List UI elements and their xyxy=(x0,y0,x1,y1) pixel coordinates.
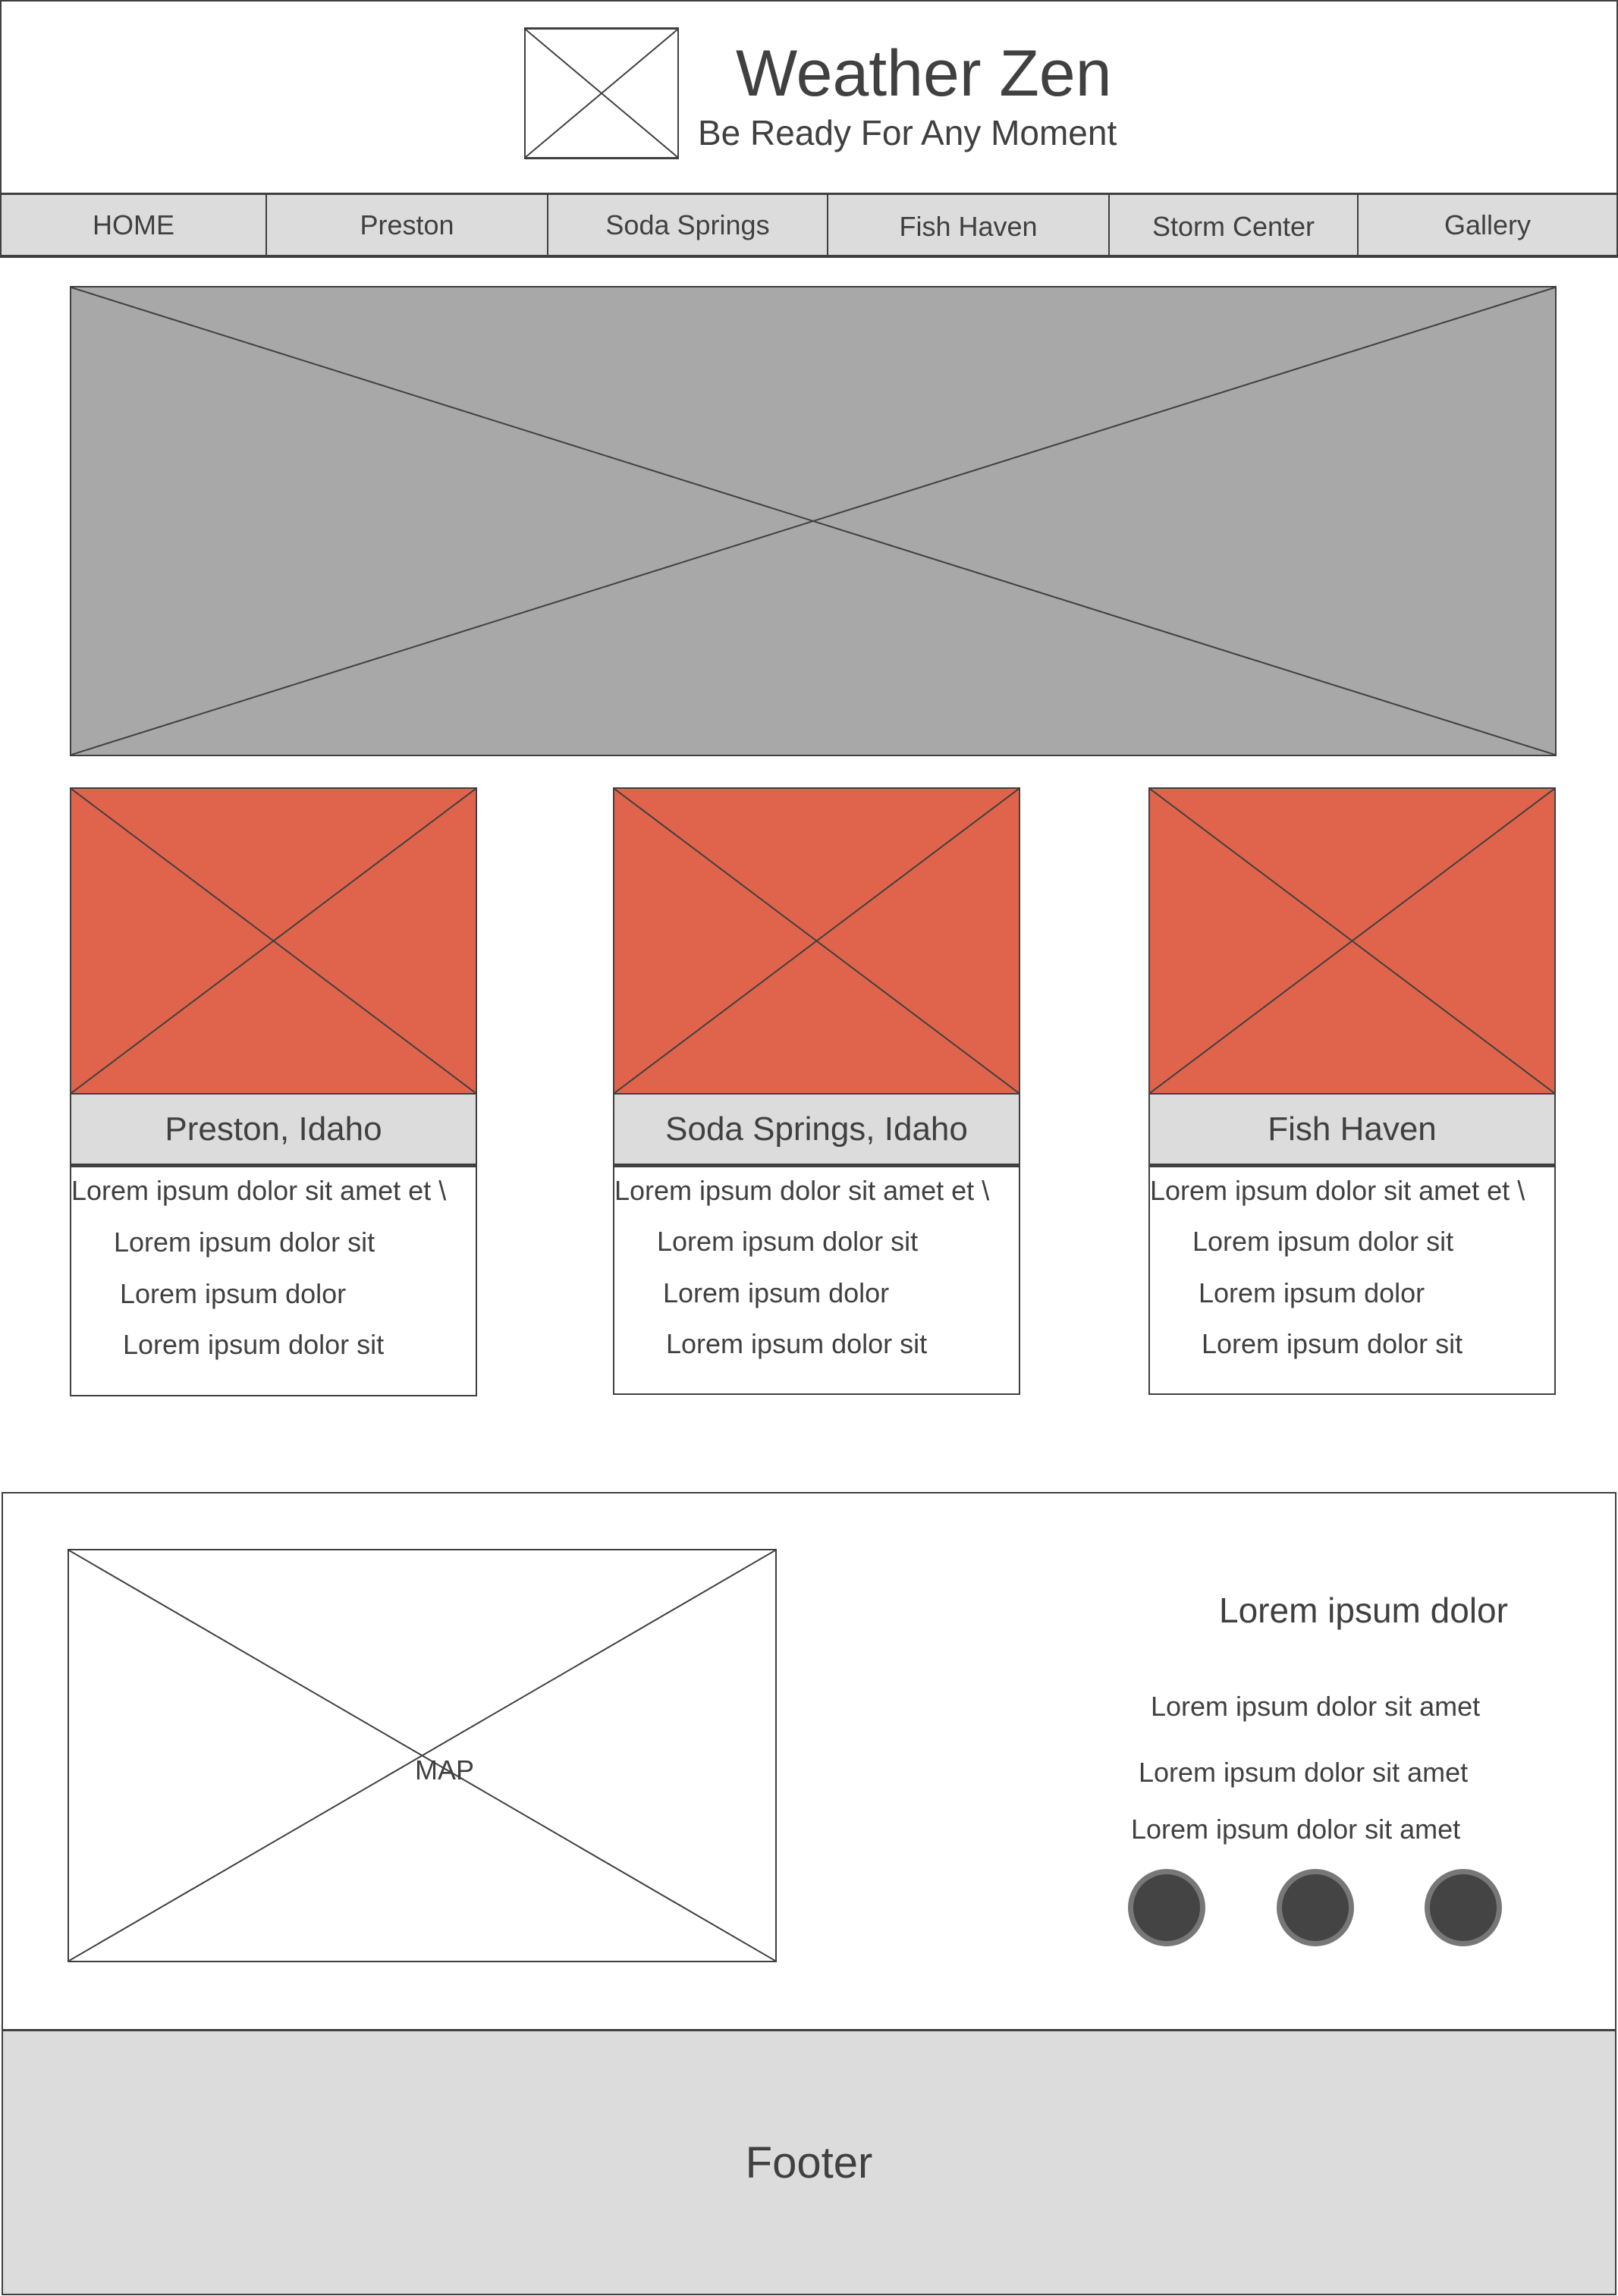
hero-image-placeholder xyxy=(70,286,1557,756)
card-text-line: Lorem ipsum dolor sit amet et \ xyxy=(1150,1175,1525,1206)
site-title: Weather Zen xyxy=(736,37,1112,110)
footer-label: Footer xyxy=(745,2137,873,2188)
social-icon-2[interactable] xyxy=(1277,1869,1354,1946)
site-footer: Footer xyxy=(2,2030,1616,2295)
social-icon-1[interactable] xyxy=(1128,1869,1205,1946)
card-text-line: Lorem ipsum dolor sit amet et \ xyxy=(71,1175,447,1206)
card-text-line: Lorem ipsum dolor xyxy=(120,1278,347,1309)
card-text-line: Lorem ipsum dolor xyxy=(1199,1277,1425,1308)
nav-item-preston[interactable]: Preston xyxy=(267,195,548,255)
logo-image-placeholder[interactable] xyxy=(524,27,679,159)
card-body-soda-springs: Lorem ipsum dolor sit amet et \ Lorem ip… xyxy=(613,1165,1020,1395)
info-text-line: Lorem ipsum dolor sit amet xyxy=(1151,1691,1481,1722)
card-title-soda-springs: Soda Springs, Idaho xyxy=(613,1095,1020,1165)
card-text-line: Lorem ipsum dolor sit xyxy=(657,1226,919,1257)
image-placeholder-icon xyxy=(71,287,1555,755)
card-text-line: Lorem ipsum dolor sit xyxy=(114,1227,375,1258)
nav-item-storm-center[interactable]: Storm Center xyxy=(1110,195,1359,255)
image-placeholder-icon xyxy=(1150,789,1554,1093)
nav-item-home[interactable]: HOME xyxy=(2,195,267,255)
card-text-line: Lorem ipsum dolor sit xyxy=(123,1329,385,1360)
card-title-fish-haven: Fish Haven xyxy=(1148,1095,1556,1165)
card-text-line: Lorem ipsum dolor sit amet et \ xyxy=(614,1175,990,1206)
card-text-line: Lorem ipsum dolor sit xyxy=(1202,1328,1463,1359)
social-icon-3[interactable] xyxy=(1425,1869,1502,1946)
nav-item-fish-haven[interactable]: Fish Haven xyxy=(828,195,1110,255)
image-placeholder-icon xyxy=(71,789,476,1093)
info-section: MAP Lorem ipsum dolor Lorem ipsum dolor … xyxy=(2,1492,1616,2031)
card-body-preston: Lorem ipsum dolor sit amet et \ Lorem ip… xyxy=(70,1165,477,1396)
nav-item-gallery[interactable]: Gallery xyxy=(1359,195,1616,255)
image-placeholder-icon xyxy=(614,789,1019,1093)
main-nav: HOME Preston Soda Springs Fish Haven Sto… xyxy=(0,193,1618,258)
card-image-fish-haven[interactable] xyxy=(1148,787,1556,1095)
site-tagline: Be Ready For Any Moment xyxy=(698,113,1117,152)
site-header: Weather Zen Be Ready For Any Moment xyxy=(0,0,1618,193)
card-text-line: Lorem ipsum dolor xyxy=(663,1277,890,1308)
card-image-soda-springs[interactable] xyxy=(613,787,1020,1095)
card-image-preston[interactable] xyxy=(70,787,477,1095)
map-label: MAP xyxy=(415,1754,475,1786)
image-placeholder-icon xyxy=(526,30,677,157)
card-text-line: Lorem ipsum dolor sit xyxy=(666,1328,928,1359)
map-placeholder[interactable]: MAP xyxy=(68,1549,777,1962)
card-text-line: Lorem ipsum dolor sit xyxy=(1192,1226,1454,1257)
info-heading: Lorem ipsum dolor xyxy=(1219,1591,1508,1630)
info-text-line: Lorem ipsum dolor sit amet xyxy=(1131,1814,1461,1845)
card-title-preston: Preston, Idaho xyxy=(70,1095,477,1165)
info-text-line: Lorem ipsum dolor sit amet xyxy=(1139,1757,1469,1788)
nav-item-soda-springs[interactable]: Soda Springs xyxy=(548,195,828,255)
card-body-fish-haven: Lorem ipsum dolor sit amet et \ Lorem ip… xyxy=(1148,1165,1556,1395)
